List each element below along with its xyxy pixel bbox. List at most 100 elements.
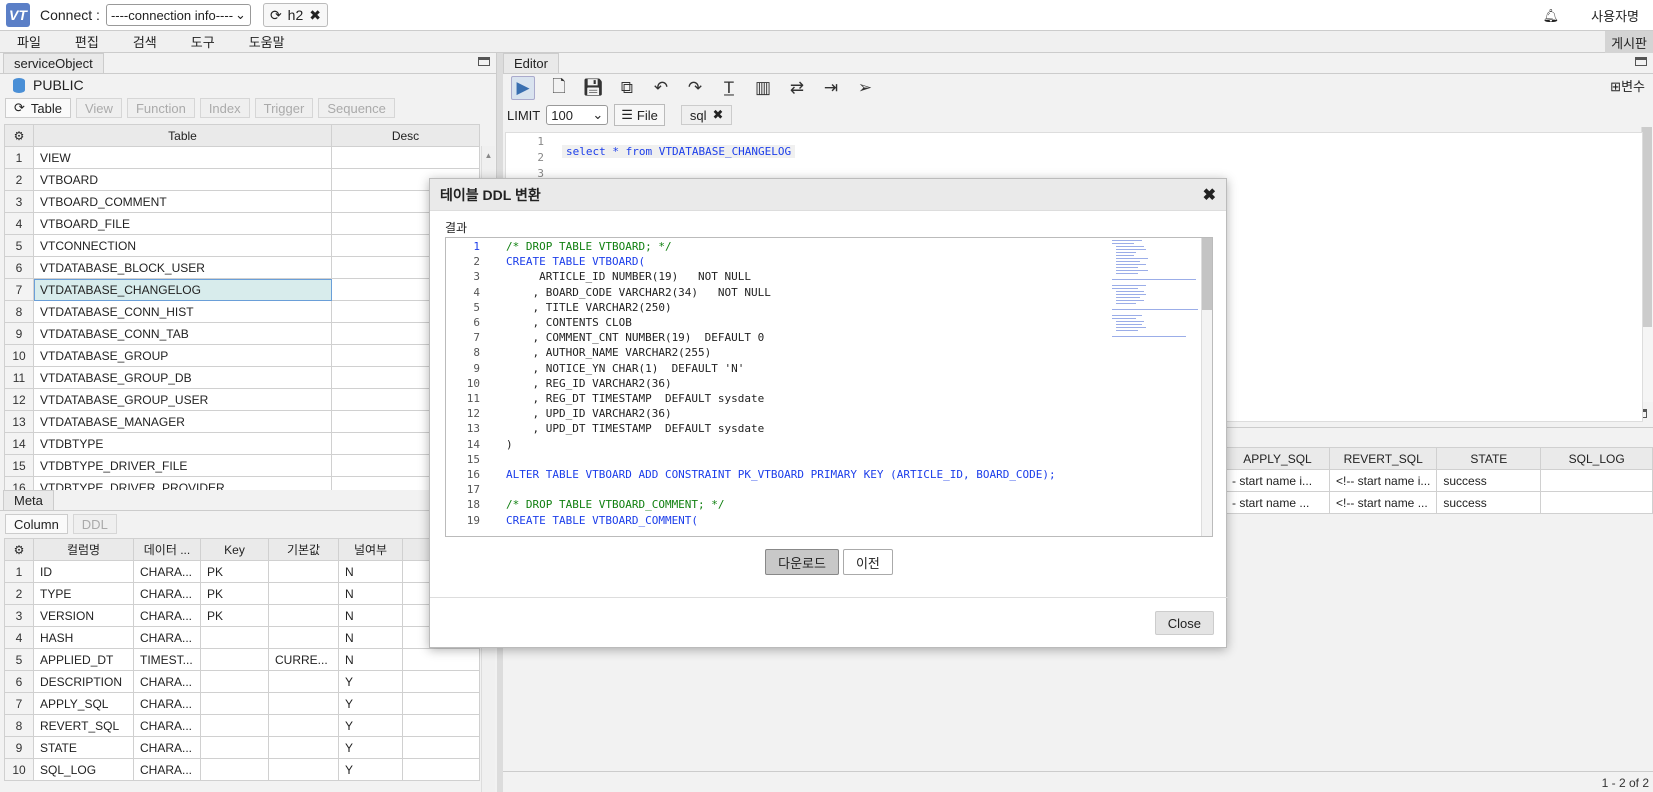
column-name-cell[interactable]: STATE	[33, 736, 134, 759]
default-cell[interactable]	[268, 604, 339, 627]
column-name-cell[interactable]: DESCRIPTION	[33, 670, 134, 693]
run-icon[interactable]: ▶	[511, 76, 535, 100]
scroll-up-icon[interactable]: ▲	[485, 151, 493, 160]
subtab-trigger[interactable]: Trigger	[254, 98, 314, 118]
table-name-cell[interactable]: VTDATABASE_CHANGELOG	[33, 278, 332, 301]
column-name-cell[interactable]: APPLY_SQL	[33, 692, 134, 715]
default-cell[interactable]	[268, 758, 339, 781]
nullable-cell[interactable]: Y	[338, 714, 403, 737]
scroll-thumb[interactable]	[1642, 127, 1652, 327]
file-button[interactable]: ☰ File	[614, 104, 665, 126]
tab-service-object[interactable]: serviceObject	[3, 53, 104, 73]
table-row[interactable]: 8 VTDATABASE_CONN_HIST	[4, 300, 480, 323]
app-logo[interactable]: VT	[6, 3, 30, 27]
col-header-datatype[interactable]: 데이터 ...	[133, 538, 201, 561]
column-row[interactable]: 1 ID CHARA... PK N	[4, 560, 480, 583]
limit-select[interactable]: 100 ⌄	[546, 105, 609, 125]
redo-icon[interactable]: ↷	[685, 78, 705, 98]
previous-button[interactable]: 이전	[842, 549, 893, 575]
default-cell[interactable]	[268, 692, 339, 715]
column-name-cell[interactable]: REVERT_SQL	[33, 714, 134, 737]
menu-edit[interactable]: 편집	[75, 32, 99, 51]
default-cell[interactable]	[268, 714, 339, 737]
key-cell[interactable]	[200, 626, 269, 649]
table-row[interactable]: 13 VTDATABASE_MANAGER	[4, 410, 480, 433]
column-row[interactable]: 8 REVERT_SQL CHARA... Y	[4, 714, 480, 737]
col-header-nullable[interactable]: 널여부	[338, 538, 403, 561]
table-name-cell[interactable]: VTDATABASE_CONN_TAB	[33, 322, 332, 345]
table-row[interactable]: 4 VTBOARD_FILE	[4, 212, 480, 235]
minimize-icon[interactable]	[478, 57, 490, 66]
table-name-cell[interactable]: VTDBTYPE	[33, 432, 332, 455]
datatype-cell[interactable]: CHARA...	[133, 582, 201, 605]
retweet-icon[interactable]: ⇄	[787, 78, 807, 98]
result-header-state[interactable]: STATE	[1436, 447, 1542, 470]
nullable-cell[interactable]: N	[338, 560, 403, 583]
format-icon[interactable]: T̲	[719, 78, 739, 98]
datatype-cell[interactable]: CHARA...	[133, 604, 201, 627]
datatype-cell[interactable]: CHARA...	[133, 560, 201, 583]
nullable-cell[interactable]: N	[338, 648, 403, 671]
default-cell[interactable]	[268, 736, 339, 759]
col-header-desc[interactable]: Desc	[331, 124, 480, 147]
table-name-cell[interactable]: VTBOARD	[33, 168, 332, 191]
result-cell[interactable]: <!-- start name i...	[1328, 469, 1438, 492]
key-cell[interactable]: PK	[200, 582, 269, 605]
table-row[interactable]: 1 VIEW	[4, 146, 480, 169]
column-row[interactable]: 6 DESCRIPTION CHARA... Y	[4, 670, 480, 693]
nullable-cell[interactable]: Y	[338, 758, 403, 781]
subtab-ddl[interactable]: DDL	[72, 514, 117, 534]
indent-icon[interactable]: ⇥	[821, 78, 841, 98]
nullable-cell[interactable]: N	[338, 582, 403, 605]
download-button[interactable]: 다운로드	[765, 549, 839, 575]
table-row[interactable]: 9 VTDATABASE_CONN_TAB	[4, 322, 480, 345]
scroll-thumb[interactable]	[1202, 238, 1212, 310]
key-cell[interactable]	[200, 736, 269, 759]
table-row[interactable]: 12 VTDATABASE_GROUP_USER	[4, 388, 480, 411]
col-header-key[interactable]: Key	[200, 538, 269, 561]
column-row[interactable]: 7 APPLY_SQL CHARA... Y	[4, 692, 480, 715]
result-cell[interactable]	[1540, 491, 1653, 514]
menu-tools[interactable]: 도구	[191, 32, 215, 51]
table-name-cell[interactable]: VTDATABASE_BLOCK_USER	[33, 256, 332, 279]
table-row[interactable]: 14 VTDBTYPE	[4, 432, 480, 455]
menu-board[interactable]: 게시판	[1605, 31, 1653, 53]
save-icon[interactable]: 💾︎	[582, 78, 604, 98]
key-cell[interactable]	[200, 670, 269, 693]
col-header-default[interactable]: 기본값	[268, 538, 339, 561]
column-row[interactable]: 3 VERSION CHARA... PK N	[4, 604, 480, 627]
nullable-cell[interactable]: N	[338, 604, 403, 627]
table-row[interactable]: 11 VTDATABASE_GROUP_DB	[4, 366, 480, 389]
result-header-apply-sql[interactable]: APPLY_SQL	[1225, 447, 1330, 470]
datatype-cell[interactable]: CHARA...	[133, 714, 201, 737]
key-cell[interactable]: PK	[200, 604, 269, 627]
table-name-cell[interactable]: VTDATABASE_CONN_HIST	[33, 300, 332, 323]
table-name-cell[interactable]: VTDBTYPE_DRIVER_FILE	[33, 454, 332, 477]
connection-tab-h2[interactable]: ⟳ h2 ✖	[262, 3, 328, 27]
table-row[interactable]: 7 VTDATABASE_CHANGELOG	[4, 278, 480, 301]
table-name-cell[interactable]: VTCONNECTION	[33, 234, 332, 257]
column-name-cell[interactable]: ID	[33, 560, 134, 583]
default-cell[interactable]: CURRE...	[268, 648, 339, 671]
code-minimap[interactable]	[1110, 238, 1200, 348]
refresh-icon[interactable]: ⟳	[270, 7, 282, 24]
column-row[interactable]: 10 SQL_LOG CHARA... Y	[4, 758, 480, 781]
subtab-index[interactable]: Index	[199, 98, 250, 118]
close-icon[interactable]: ✖	[309, 7, 321, 24]
refresh-icon[interactable]: ⟳	[14, 100, 25, 116]
result-cell[interactable]: success	[1436, 469, 1542, 492]
key-cell[interactable]	[200, 758, 269, 781]
gear-icon[interactable]: ⚙	[4, 124, 34, 147]
gear-icon[interactable]: ⚙	[4, 538, 34, 561]
key-cell[interactable]	[200, 692, 269, 715]
datatype-cell[interactable]: CHARA...	[133, 736, 201, 759]
table-row[interactable]: 10 VTDATABASE_GROUP	[4, 344, 480, 367]
result-row[interactable]: - start name i... <!-- start name i... suc…	[1225, 469, 1653, 492]
result-cell[interactable]: <!-- start name ...	[1328, 491, 1438, 514]
ddl-code-view[interactable]: 1 /* DROP TABLE VTBOARD; */ 2 CREATE TABLE …	[445, 237, 1213, 537]
nullable-cell[interactable]: N	[338, 626, 403, 649]
schema-row[interactable]: PUBLIC	[13, 77, 84, 93]
column-name-cell[interactable]: SQL_LOG	[33, 758, 134, 781]
column-row[interactable]: 2 TYPE CHARA... PK N	[4, 582, 480, 605]
bell-icon[interactable]: 🔔︎	[1543, 8, 1560, 24]
